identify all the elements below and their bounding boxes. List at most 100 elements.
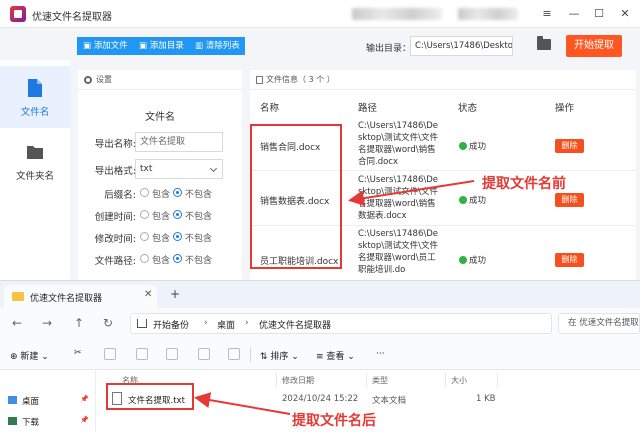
up-arrow-icon[interactable]: ↑: [74, 316, 84, 330]
settings-panel: 设置 文件名 导出名称: 文件名提取 导出格式: txt 后缀名: 包含 不包含…: [78, 70, 242, 280]
file-type: 文本文档: [372, 396, 407, 406]
breadcrumb-item[interactable]: 优速文件名提取器: [259, 318, 331, 331]
delete-button[interactable]: 删除: [555, 253, 584, 267]
back-arrow-icon[interactable]: ←: [12, 316, 22, 330]
pin-icon[interactable]: 📌: [80, 395, 89, 403]
home-icon: [137, 319, 147, 328]
maximize-icon[interactable]: ☐: [590, 5, 608, 23]
column-header-status: 状态: [458, 103, 478, 114]
sidebar: 文件名 文件夹名: [0, 60, 70, 280]
breadcrumb-item[interactable]: 开始备份: [153, 318, 189, 331]
menu-icon[interactable]: ≡: [538, 5, 556, 23]
sidebar-item-label: 文件名: [20, 107, 50, 118]
clear-list-label: 清除列表: [205, 41, 240, 51]
sort-label: 排序: [270, 352, 289, 362]
add-file-button[interactable]: ▣ 添加文件: [77, 37, 133, 55]
output-dir-input[interactable]: C:\Users\17486\Deskto: [410, 36, 513, 56]
delete-button[interactable]: 删除: [555, 139, 584, 153]
explorer-tab[interactable]: 优速文件名提取器 ✕: [4, 285, 157, 308]
folder-icon: [12, 292, 24, 301]
refresh-icon[interactable]: ↻: [103, 316, 113, 330]
breadcrumb-item[interactable]: 桌面: [217, 318, 235, 331]
trash-icon: ▥: [195, 41, 206, 51]
minimize-icon[interactable]: —: [565, 5, 583, 23]
nav-item-label: 下载: [22, 418, 40, 428]
navigation-bar: ← → ↑ ↻ 开始备份 › 桌面 › 优速文件名提取器 在 优速文件名提取: [0, 308, 640, 339]
settings-header: 设置: [78, 70, 242, 90]
file-size: 1 KB: [476, 394, 496, 404]
exclude-radio[interactable]: [173, 232, 182, 241]
include-radio[interactable]: [140, 232, 149, 241]
paste-icon[interactable]: [136, 348, 148, 360]
more-options-button[interactable]: ···: [376, 349, 385, 359]
include-radio[interactable]: [140, 210, 149, 219]
exclude-radio[interactable]: [173, 188, 182, 197]
rename-icon[interactable]: [166, 348, 178, 360]
file-path: C:\Users\17486\Desktop\测试文件\文件名提取器\word\…: [358, 229, 439, 275]
include-radio[interactable]: [140, 188, 149, 197]
sidebar-item-foldername[interactable]: 文件夹名: [0, 130, 70, 192]
new-button[interactable]: ⊕ 新建 ⌄: [10, 349, 49, 362]
exclude-radio[interactable]: [173, 254, 182, 263]
close-icon[interactable]: ✕: [616, 5, 634, 23]
view-label: 查看: [326, 352, 345, 362]
divider: [366, 373, 367, 387]
blurred-account-info: [458, 8, 518, 20]
view-button[interactable]: ≡ 查看 ⌄: [316, 349, 355, 362]
clear-list-button[interactable]: ▥ 清除列表: [189, 37, 245, 55]
nav-item-downloads[interactable]: 下载: [8, 416, 40, 428]
include-label: 包含: [152, 256, 171, 266]
export-name-label: 导出名称:: [94, 139, 136, 150]
column-header-type[interactable]: 类型: [372, 375, 388, 386]
add-folder-button[interactable]: ▣ 添加目录: [133, 37, 189, 55]
forward-arrow-icon[interactable]: →: [42, 316, 52, 330]
nav-item-desktop[interactable]: 桌面: [8, 395, 39, 407]
file-info-header-label: 文件信息（ 3 个 ）: [266, 75, 335, 84]
pin-icon[interactable]: 📌: [80, 416, 89, 424]
delete-icon[interactable]: [228, 348, 240, 360]
sidebar-item-filename[interactable]: 文件名: [0, 66, 70, 128]
document-icon: [256, 76, 263, 84]
file-path: C:\Users\17486\Desktop\测试文件\文件名提取器\word\…: [358, 175, 439, 221]
file-info-header: 文件信息（ 3 个 ）: [250, 70, 636, 90]
start-extract-button[interactable]: 开始提取: [566, 35, 622, 57]
exclude-label: 不包含: [185, 212, 213, 222]
export-format-label: 导出格式:: [94, 166, 136, 177]
column-header-date[interactable]: 修改日期: [282, 375, 314, 386]
sort-button[interactable]: ⇅ 排序 ⌄: [260, 349, 299, 362]
annotation-highlight-before: [250, 124, 342, 269]
option-row-label: 修改时间:: [94, 234, 136, 245]
title-bar: 优速文件名提取器 ≡ — ☐ ✕: [0, 0, 640, 28]
view-icon: ≡: [316, 352, 327, 362]
new-tab-button[interactable]: +: [170, 287, 180, 301]
cut-icon[interactable]: ✂: [74, 348, 86, 360]
option-row-label: 文件路径:: [94, 256, 136, 267]
address-bar[interactable]: 开始备份 › 桌面 › 优速文件名提取器: [130, 313, 552, 334]
settings-header-label: 设置: [96, 75, 112, 84]
column-header-action: 操作: [555, 103, 575, 114]
success-icon: [459, 142, 467, 150]
include-label: 包含: [152, 234, 171, 244]
export-format-value: txt: [140, 164, 153, 174]
export-format-select[interactable]: txt: [135, 159, 223, 179]
annotation-highlight-after: [106, 383, 194, 410]
divider: [276, 373, 277, 387]
annotation-before-label: 提取文件名前: [482, 176, 566, 192]
new-label: 新建: [20, 352, 39, 362]
include-radio[interactable]: [140, 254, 149, 263]
desktop-icon: [8, 396, 17, 404]
exclude-radio[interactable]: [173, 210, 182, 219]
export-name-input[interactable]: 文件名提取: [135, 132, 223, 152]
search-input[interactable]: 在 优速文件名提取: [558, 313, 640, 334]
column-header-size[interactable]: 大小: [451, 375, 467, 386]
annotation-after-label: 提取文件名后: [292, 413, 376, 429]
add-file-icon: ▣: [83, 41, 94, 51]
include-label: 包含: [152, 190, 171, 200]
share-icon[interactable]: [198, 348, 210, 360]
close-icon[interactable]: ✕: [144, 289, 152, 300]
copy-icon[interactable]: [104, 348, 116, 360]
browse-folder-icon[interactable]: [537, 36, 551, 50]
success-icon: [459, 256, 467, 264]
option-row-label: 创建时间:: [94, 212, 136, 223]
delete-button[interactable]: 删除: [555, 193, 584, 207]
